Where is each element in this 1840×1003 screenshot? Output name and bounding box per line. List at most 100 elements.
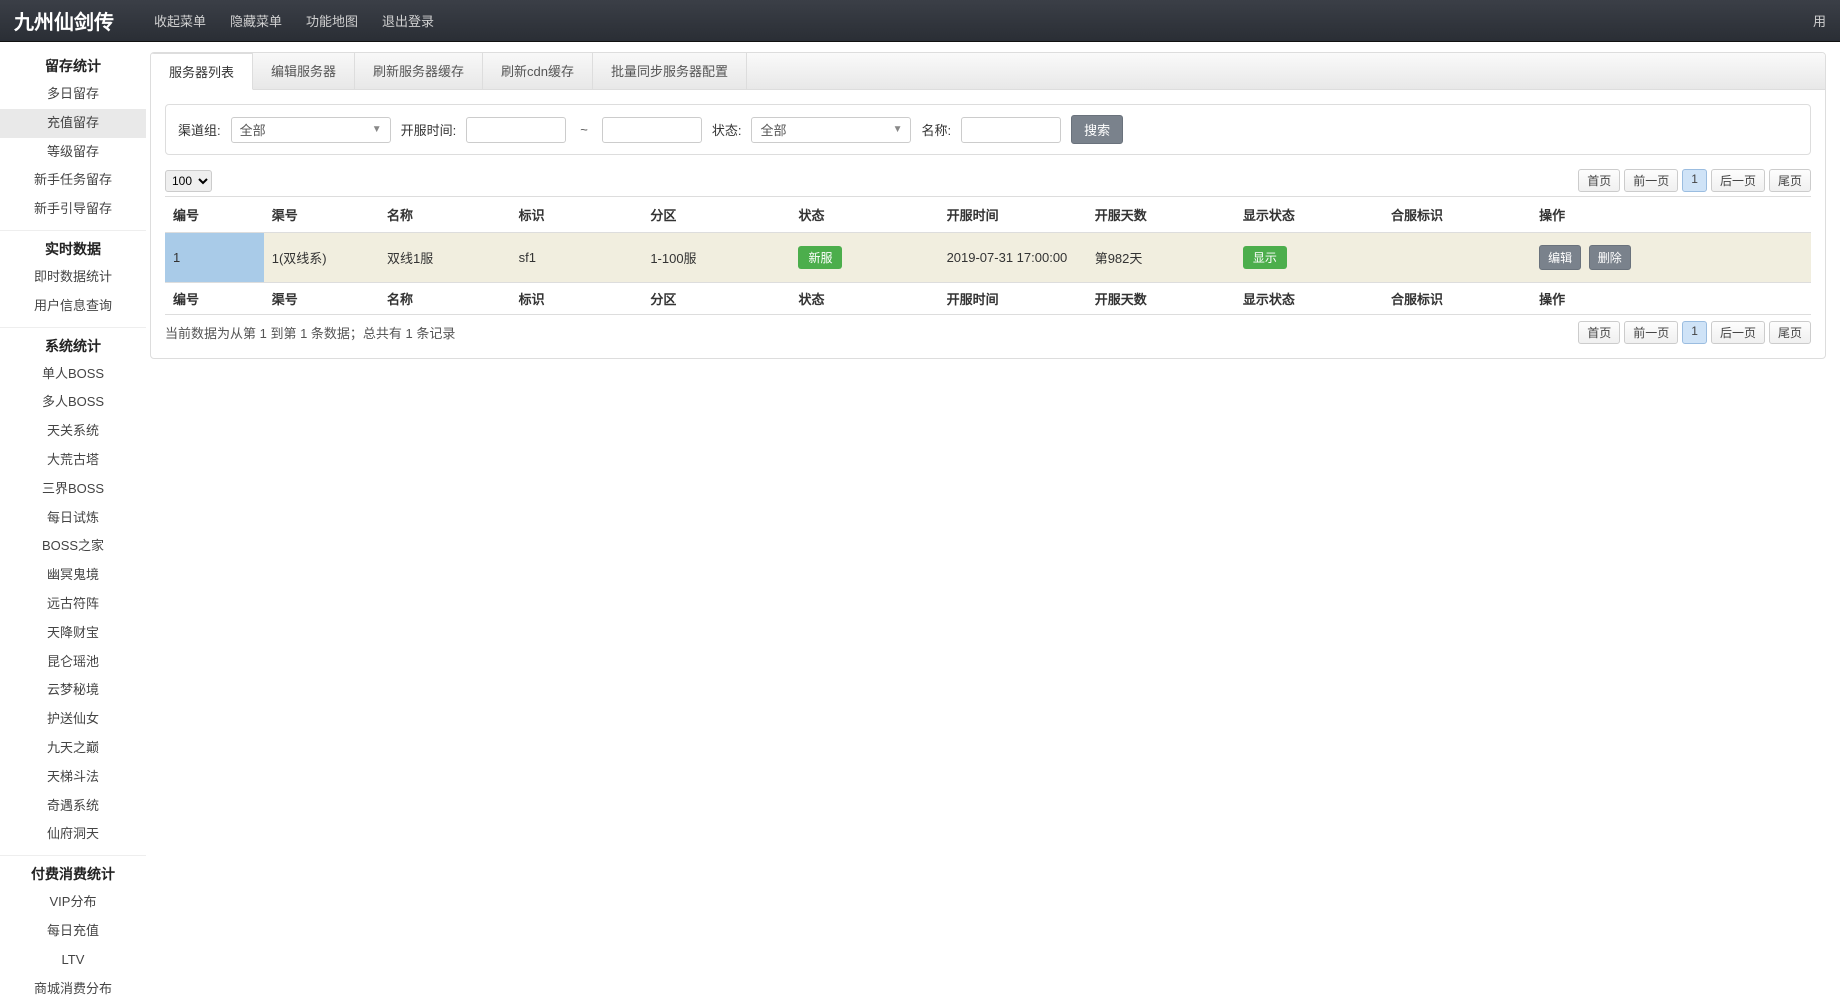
sidebar-item[interactable]: 新手任务留存 xyxy=(0,166,146,195)
table-header-row: 编号 渠号 名称 标识 分区 状态 开服时间 开服天数 显示状态 合服标识 操作 xyxy=(165,197,1811,233)
sidebar-item[interactable]: 幽冥鬼境 xyxy=(0,561,146,590)
footer-summary: 当前数据为从第 1 到第 1 条数据；总共有 1 条记录 xyxy=(165,323,455,342)
col-display: 显示状态 xyxy=(1235,197,1383,233)
fcol-name: 名称 xyxy=(379,283,511,315)
table-footer: 当前数据为从第 1 到第 1 条数据；总共有 1 条记录 首页 前一页 1 后一… xyxy=(165,315,1811,344)
pager-bottom: 首页 前一页 1 后一页 尾页 xyxy=(1578,321,1811,344)
main: 服务器列表 编辑服务器 刷新服务器缓存 刷新cdn缓存 批量同步服务器配置 渠道… xyxy=(146,42,1840,1003)
pager-page-1[interactable]: 1 xyxy=(1682,169,1707,192)
pager-prev[interactable]: 前一页 xyxy=(1624,169,1678,192)
edit-button[interactable]: 编辑 xyxy=(1539,245,1581,270)
panel: 服务器列表 编辑服务器 刷新服务器缓存 刷新cdn缓存 批量同步服务器配置 渠道… xyxy=(150,52,1826,359)
sidebar: 留存统计 多日留存 充值留存 等级留存 新手任务留存 新手引导留存 实时数据 即… xyxy=(0,42,146,1003)
nav-feature-map[interactable]: 功能地图 xyxy=(296,1,368,40)
pager-next[interactable]: 后一页 xyxy=(1711,321,1765,344)
pager-last[interactable]: 尾页 xyxy=(1769,169,1811,192)
opentime-to-input[interactable] xyxy=(602,117,702,143)
sidebar-item[interactable]: 多日留存 xyxy=(0,80,146,109)
sidebar-item[interactable]: 九天之巅 xyxy=(0,734,146,763)
filter-box: 渠道组: 全部 ▼ 开服时间: ~ 状态: 全部 ▼ 名称: 搜索 xyxy=(165,104,1811,155)
fcol-display: 显示状态 xyxy=(1235,283,1383,315)
cell-ops: 编辑 删除 xyxy=(1531,233,1811,283)
channel-value: 全部 xyxy=(240,120,266,139)
sidebar-item[interactable]: BOSS之家 xyxy=(0,532,146,561)
pager-prev[interactable]: 前一页 xyxy=(1624,321,1678,344)
col-zone: 分区 xyxy=(642,197,790,233)
cell-name: 双线1服 xyxy=(379,233,511,283)
fcol-days: 开服天数 xyxy=(1087,283,1235,315)
pager-first[interactable]: 首页 xyxy=(1578,321,1620,344)
search-button[interactable]: 搜索 xyxy=(1071,115,1123,144)
sidebar-item[interactable]: 等级留存 xyxy=(0,138,146,167)
sidebar-item[interactable]: 单人BOSS xyxy=(0,360,146,389)
cell-channel: 1(双线系) xyxy=(264,233,379,283)
col-flag: 标识 xyxy=(511,197,643,233)
sidebar-item[interactable]: 商城消费分布 xyxy=(0,975,146,1003)
server-table: 编号 渠号 名称 标识 分区 状态 开服时间 开服天数 显示状态 合服标识 操作 xyxy=(165,196,1811,315)
cell-days: 第982天 xyxy=(1087,233,1235,283)
sidebar-item[interactable]: 天关系统 xyxy=(0,417,146,446)
sidebar-item[interactable]: 每日充值 xyxy=(0,917,146,946)
col-name: 名称 xyxy=(379,197,511,233)
sidebar-item[interactable]: 充值留存 xyxy=(0,109,146,138)
sidebar-item[interactable]: 天降财宝 xyxy=(0,619,146,648)
table-top-controls: 100 首页 前一页 1 后一页 尾页 xyxy=(165,169,1811,192)
sidebar-item[interactable]: 远古符阵 xyxy=(0,590,146,619)
nav-hide-menu[interactable]: 隐藏菜单 xyxy=(220,1,292,40)
status-label: 状态: xyxy=(712,120,742,139)
pagesize-select[interactable]: 100 xyxy=(165,170,212,192)
sidebar-item[interactable]: 即时数据统计 xyxy=(0,263,146,292)
table-footer-row: 编号 渠号 名称 标识 分区 状态 开服时间 开服天数 显示状态 合服标识 操作 xyxy=(165,283,1811,315)
pager-first[interactable]: 首页 xyxy=(1578,169,1620,192)
brand: 九州仙剑传 xyxy=(14,6,114,35)
sidebar-item[interactable]: 仙府洞天 xyxy=(0,820,146,849)
cell-zone: 1-100服 xyxy=(642,233,790,283)
col-id: 编号 xyxy=(165,197,264,233)
delete-button[interactable]: 删除 xyxy=(1589,245,1631,270)
tab-server-list[interactable]: 服务器列表 xyxy=(151,53,253,90)
sidebar-item[interactable]: 用户信息查询 xyxy=(0,292,146,321)
status-value: 全部 xyxy=(760,120,786,139)
fcol-zone: 分区 xyxy=(642,283,790,315)
sidebar-item[interactable]: 三界BOSS xyxy=(0,475,146,504)
status-select[interactable]: 全部 ▼ xyxy=(751,117,911,143)
pager-top: 首页 前一页 1 后一页 尾页 xyxy=(1578,169,1811,192)
fcol-id: 编号 xyxy=(165,283,264,315)
pager-page-1[interactable]: 1 xyxy=(1682,321,1707,344)
side-group-pay: 付费消费统计 xyxy=(0,855,146,888)
name-label: 名称: xyxy=(921,120,951,139)
sidebar-item[interactable]: 奇遇系统 xyxy=(0,792,146,821)
sidebar-item[interactable]: 每日试炼 xyxy=(0,504,146,533)
name-input[interactable] xyxy=(961,117,1061,143)
sidebar-item[interactable]: 天梯斗法 xyxy=(0,763,146,792)
sidebar-item[interactable]: 多人BOSS xyxy=(0,388,146,417)
sidebar-item[interactable]: 云梦秘境 xyxy=(0,676,146,705)
side-group-system: 系统统计 xyxy=(0,327,146,360)
tab-edit-server[interactable]: 编辑服务器 xyxy=(253,53,355,89)
tilde: ~ xyxy=(576,122,592,137)
pager-next[interactable]: 后一页 xyxy=(1711,169,1765,192)
fcol-opentime: 开服时间 xyxy=(939,283,1087,315)
sidebar-item[interactable]: LTV xyxy=(0,946,146,975)
sidebar-item[interactable]: 大荒古塔 xyxy=(0,446,146,475)
topnav-links: 收起菜单 隐藏菜单 功能地图 退出登录 xyxy=(144,1,444,40)
nav-logout[interactable]: 退出登录 xyxy=(372,1,444,40)
opentime-from-input[interactable] xyxy=(466,117,566,143)
tab-batch-sync[interactable]: 批量同步服务器配置 xyxy=(593,53,747,89)
cell-flag: sf1 xyxy=(511,233,643,283)
pager-last[interactable]: 尾页 xyxy=(1769,321,1811,344)
sidebar-item[interactable]: 新手引导留存 xyxy=(0,195,146,224)
sidebar-item[interactable]: 昆仑瑶池 xyxy=(0,648,146,677)
sidebar-item[interactable]: VIP分布 xyxy=(0,888,146,917)
nav-collapse-menu[interactable]: 收起菜单 xyxy=(144,1,216,40)
display-badge: 显示 xyxy=(1243,246,1287,269)
channel-select[interactable]: 全部 ▼ xyxy=(231,117,391,143)
tab-refresh-server-cache[interactable]: 刷新服务器缓存 xyxy=(355,53,483,89)
col-days: 开服天数 xyxy=(1087,197,1235,233)
table-row: 1 1(双线系) 双线1服 sf1 1-100服 新服 2019-07-31 1… xyxy=(165,233,1811,283)
sidebar-item[interactable]: 护送仙女 xyxy=(0,705,146,734)
cell-opentime: 2019-07-31 17:00:00 xyxy=(939,233,1087,283)
chevron-down-icon: ▼ xyxy=(372,124,382,135)
topnav-right: 用 xyxy=(1813,11,1826,30)
tab-refresh-cdn-cache[interactable]: 刷新cdn缓存 xyxy=(483,53,593,89)
